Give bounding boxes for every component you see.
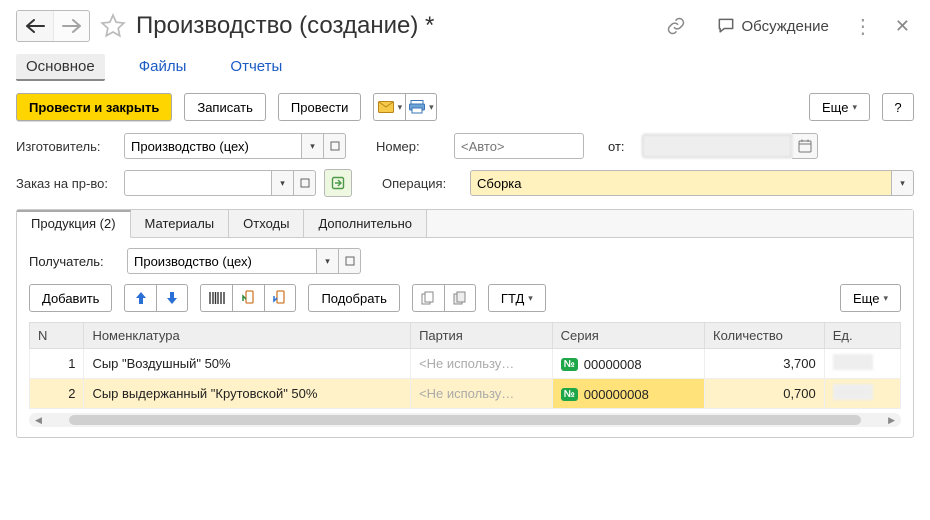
discussion-button[interactable]: Обсуждение — [710, 15, 835, 37]
horizontal-scrollbar[interactable]: ◀ ▶ — [29, 413, 901, 427]
order-label: Заказ на пр-во: — [16, 176, 116, 191]
close-icon[interactable]: ✕ — [891, 16, 914, 37]
post-button[interactable]: Провести — [278, 93, 362, 121]
section-tabs: Основное Файлы Отчеты — [16, 50, 914, 93]
move-down-button[interactable] — [156, 284, 188, 312]
discussion-label: Обсуждение — [742, 18, 829, 35]
operation-combo[interactable]: ▾ — [470, 170, 914, 196]
post-and-close-button[interactable]: Провести и закрыть — [16, 93, 172, 121]
tab-materials[interactable]: Материалы — [131, 210, 230, 237]
help-button[interactable]: ? — [882, 93, 914, 121]
back-button[interactable] — [17, 11, 53, 41]
number-label: Номер: — [376, 139, 446, 154]
table-row[interactable]: 2 Сыр выдержанный "Крутовской" 50% <Не и… — [30, 379, 901, 409]
products-toolbar: Добавить — [29, 284, 901, 312]
add-row-button[interactable]: Добавить — [29, 284, 112, 312]
calendar-icon[interactable] — [792, 133, 818, 159]
header-form: Изготовитель: ▾ Номер: от: Заказ на пр — [16, 133, 914, 197]
col-n[interactable]: N — [30, 323, 84, 349]
number-badge-icon: № — [561, 358, 578, 371]
col-part[interactable]: Партия — [411, 323, 553, 349]
email-button[interactable]: ▾ — [373, 93, 405, 121]
manufacturer-combo[interactable]: ▾ — [124, 133, 346, 159]
barcode-button[interactable] — [200, 284, 232, 312]
paste-button[interactable] — [444, 284, 476, 312]
link-icon[interactable] — [660, 15, 692, 37]
save-button[interactable]: Записать — [184, 93, 266, 121]
print-button[interactable]: ▾ — [405, 93, 437, 121]
table-more-button[interactable]: Еще ▾ — [840, 284, 901, 312]
fill-by-order-button[interactable] — [324, 169, 352, 197]
scroll-left-icon[interactable]: ◀ — [29, 415, 48, 426]
products-table: N Номенклатура Партия Серия Количество Е… — [29, 322, 901, 409]
titlebar: Производство (создание) * Обсуждение ⋮ ✕ — [16, 10, 914, 50]
date-value-blurred — [642, 134, 792, 158]
tab-files[interactable]: Файлы — [129, 54, 197, 81]
manufacturer-label: Изготовитель: — [16, 139, 116, 154]
date-field[interactable] — [642, 133, 818, 159]
recipient-combo[interactable]: ▾ — [127, 248, 361, 274]
page-title: Производство (создание) * — [136, 12, 650, 40]
tab-reports[interactable]: Отчеты — [220, 54, 292, 81]
open-icon[interactable] — [294, 170, 316, 196]
tab-additional[interactable]: Дополнительно — [304, 210, 427, 237]
operation-input[interactable] — [470, 170, 892, 196]
forward-button[interactable] — [53, 11, 89, 41]
scroll-thumb[interactable] — [69, 415, 861, 425]
scanner-download-button[interactable] — [264, 284, 296, 312]
recipient-input[interactable] — [127, 248, 317, 274]
unit-blurred — [833, 354, 873, 370]
move-up-button[interactable] — [124, 284, 156, 312]
order-combo[interactable]: ▾ — [124, 170, 316, 196]
pick-button[interactable]: Подобрать — [308, 284, 399, 312]
more-button[interactable]: Еще ▾ — [809, 93, 870, 121]
col-series[interactable]: Серия — [552, 323, 704, 349]
open-icon[interactable] — [324, 133, 346, 159]
copy-button[interactable] — [412, 284, 444, 312]
tab-main[interactable]: Основное — [16, 54, 105, 81]
dropdown-icon[interactable]: ▾ — [317, 248, 339, 274]
gtd-button[interactable]: ГТД ▾ — [488, 284, 546, 312]
unit-blurred — [833, 384, 873, 400]
recipient-label: Получатель: — [29, 254, 119, 269]
col-qty[interactable]: Количество — [705, 323, 825, 349]
scroll-right-icon[interactable]: ▶ — [882, 415, 901, 426]
number-input[interactable] — [454, 133, 584, 159]
tab-waste[interactable]: Отходы — [229, 210, 304, 237]
number-badge-icon: № — [561, 388, 578, 401]
command-bar: Провести и закрыть Записать Провести ▾ ▾… — [16, 93, 914, 121]
dropdown-icon[interactable]: ▾ — [892, 170, 914, 196]
kebab-menu-icon[interactable]: ⋮ — [853, 14, 873, 39]
dropdown-icon[interactable]: ▾ — [302, 133, 324, 159]
nav-buttons — [16, 10, 90, 42]
order-input[interactable] — [124, 170, 272, 196]
open-icon[interactable] — [339, 248, 361, 274]
tabs-panel: Продукция (2) Материалы Отходы Дополните… — [16, 209, 914, 438]
manufacturer-input[interactable] — [124, 133, 302, 159]
tab-products[interactable]: Продукция (2) — [17, 210, 131, 238]
send-print-group: ▾ ▾ — [373, 93, 437, 121]
table-row[interactable]: 1 Сыр "Воздушный" 50% <Не использу… №000… — [30, 349, 901, 379]
operation-label: Операция: — [382, 176, 462, 191]
from-label: от: — [608, 139, 634, 154]
tabset: Продукция (2) Материалы Отходы Дополните… — [17, 210, 913, 238]
dropdown-icon[interactable]: ▾ — [272, 170, 294, 196]
favorite-star-icon[interactable] — [100, 13, 126, 39]
col-nomenclature[interactable]: Номенклатура — [84, 323, 411, 349]
scanner-upload-button[interactable] — [232, 284, 264, 312]
col-unit[interactable]: Ед. — [824, 323, 900, 349]
